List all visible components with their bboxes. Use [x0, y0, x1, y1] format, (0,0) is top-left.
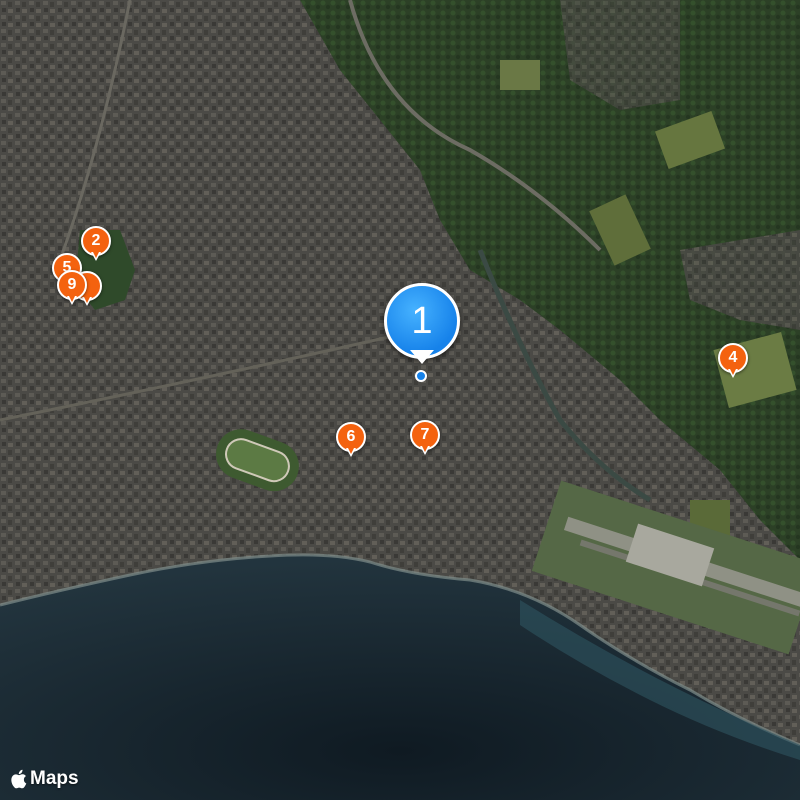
field-5 — [500, 60, 540, 90]
satellite-map[interactable] — [0, 0, 800, 800]
map-marker-9[interactable]: 9 — [57, 270, 87, 308]
map-marker-6[interactable]: 6 — [336, 422, 366, 460]
maps-brand-text: Maps — [30, 768, 79, 789]
map-marker-4[interactable]: 4 — [718, 343, 748, 381]
map-marker-7[interactable]: 7 — [410, 420, 440, 458]
map-marker-2[interactable]: 2 — [81, 226, 111, 264]
location-dot-icon — [415, 370, 427, 382]
apple-logo-icon — [10, 769, 27, 789]
maps-attribution[interactable]: Maps — [10, 768, 79, 790]
marker-1-badge: 1 — [384, 283, 460, 359]
marker-1-pointer — [410, 350, 434, 364]
map-marker-1[interactable]: 1 — [384, 283, 460, 382]
